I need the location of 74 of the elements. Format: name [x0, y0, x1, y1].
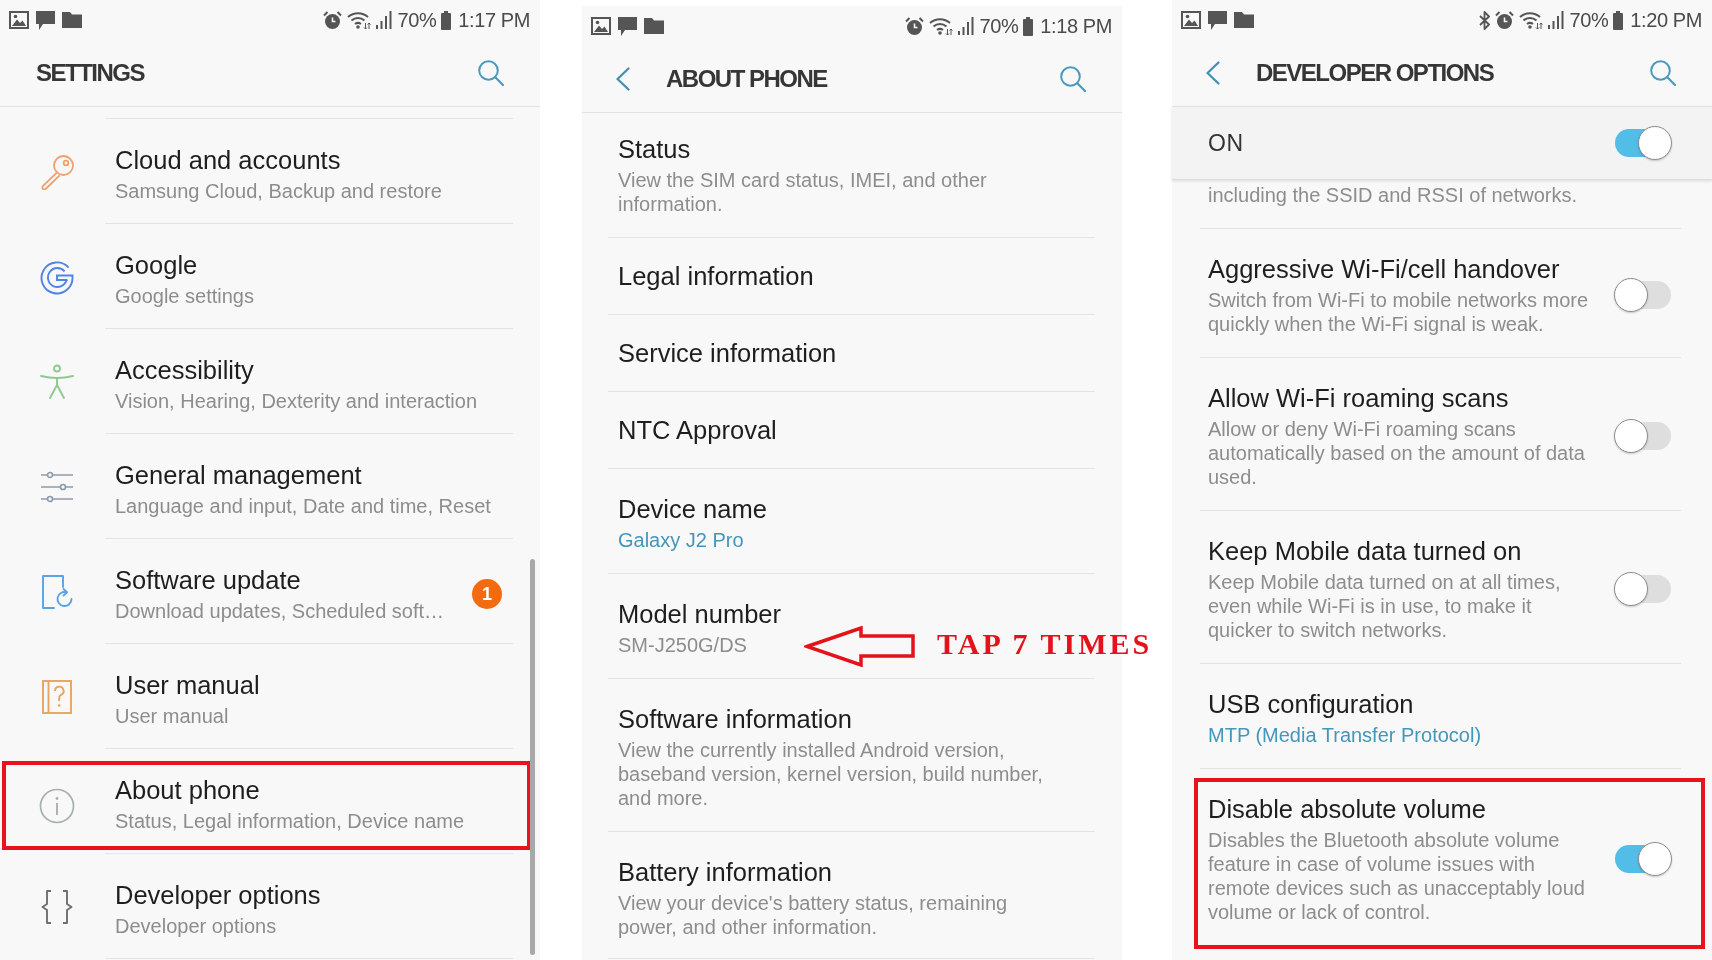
battery-icon: [1023, 16, 1034, 36]
alarm-clock-icon: [905, 16, 925, 36]
signal-icon: [376, 11, 393, 29]
chevron-left-icon: [1206, 61, 1220, 85]
settings-item[interactable]: Developer options Developer options: [0, 854, 540, 959]
search-icon: [1060, 66, 1086, 92]
toggle-switch[interactable]: [1614, 278, 1672, 312]
battery-percent: 70%: [397, 8, 437, 32]
notification-badge: 1: [472, 579, 502, 609]
wifi-icon: [1519, 10, 1544, 30]
chat-bubble-icon: [618, 16, 637, 36]
search-icon: [478, 60, 504, 86]
folder-icon: [1234, 12, 1254, 28]
screen-title: DEVELOPER OPTIONS: [1256, 59, 1494, 87]
clock-time: 1:18 PM: [1040, 14, 1112, 38]
info-item[interactable]: Status View the SIM card status, IMEI, and other information.: [608, 113, 1095, 238]
braces-icon: [41, 889, 73, 924]
toggle-switch[interactable]: [1614, 126, 1672, 160]
clock-time: 1:17 PM: [458, 8, 530, 32]
info-icon: [39, 787, 75, 824]
chat-bubble-icon: [1208, 10, 1227, 30]
wifi-icon: [929, 16, 954, 36]
option-item[interactable]: USB configuration MTP (Media Transfer Protocol): [1200, 664, 1681, 769]
image-icon: [1181, 11, 1201, 29]
battery-percent: 70%: [979, 14, 1019, 38]
search-button[interactable]: [1650, 60, 1676, 86]
signal-icon: [958, 17, 975, 35]
key-icon: [39, 153, 75, 190]
alarm-clock-icon: [323, 10, 343, 30]
info-item[interactable]: Software information View the currently installed Android version, baseband version, kernel version, build number, and more.: [608, 679, 1095, 832]
chevron-left-icon: [616, 67, 630, 91]
settings-item[interactable]: General management Language and input, Date and time, Reset: [0, 434, 540, 539]
info-item[interactable]: Legal information: [608, 238, 1095, 315]
settings-item[interactable]: Cloud and accounts Samsung Cloud, Backup and restore: [0, 119, 540, 224]
settings-item[interactable]: Google Google settings: [0, 224, 540, 329]
folder-icon: [62, 12, 82, 28]
info-item[interactable]: Device name Galaxy J2 Pro: [608, 469, 1095, 574]
letter-g-icon: [39, 258, 75, 295]
search-icon: [1650, 60, 1676, 86]
image-icon: [9, 11, 29, 29]
option-item[interactable]: Disable absolute volume Disables the Bluetooth absolute volume feature in case of volume issues with remote devices such as unacceptably loud volume or lack of control.: [1200, 782, 1681, 945]
sliders-icon: [39, 470, 75, 503]
question-book-icon: [42, 679, 72, 714]
master-switch-bar[interactable]: ON: [1172, 107, 1712, 180]
settings-item[interactable]: Accessibility Vision, Hearing, Dexterity and interaction: [0, 329, 540, 434]
option-item[interactable]: Aggressive Wi-Fi/cell handover Switch from Wi-Fi to mobile networks more quickly when the Wi-Fi signal is weak.: [1200, 229, 1681, 358]
chat-bubble-icon: [36, 10, 55, 30]
signal-icon: [1548, 11, 1565, 29]
option-item[interactable]: Allow Wi-Fi roaming scans Allow or deny Wi-Fi roaming scans automatically based on the amount of data used.: [1200, 358, 1681, 511]
folder-icon: [644, 18, 664, 34]
option-item[interactable]: Keep Mobile data turned on Keep Mobile data turned on at all times, even while Wi-Fi is in use, to make it quicker to switch networks.: [1200, 511, 1681, 664]
toggle-switch[interactable]: [1614, 842, 1672, 876]
info-item[interactable]: Service information: [608, 315, 1095, 392]
left-arrow-icon: [804, 626, 916, 667]
alarm-clock-icon: [1495, 10, 1515, 30]
search-button[interactable]: [1060, 66, 1086, 92]
settings-item[interactable]: User manual User manual: [0, 644, 540, 749]
battery-icon: [441, 10, 452, 30]
battery-icon: [1613, 10, 1624, 30]
accessibility-figure-icon: [39, 363, 75, 400]
toggle-switch[interactable]: [1614, 419, 1672, 453]
info-item[interactable]: Battery information View your device's battery status, remaining power, and other information.: [608, 832, 1095, 959]
clock-time: 1:20 PM: [1630, 8, 1702, 32]
screen-title: SETTINGS: [36, 59, 144, 87]
settings-item[interactable]: Software update Download updates, Scheduled soft… 1: [0, 539, 540, 644]
image-icon: [591, 17, 611, 35]
settings-item[interactable]: About phone Status, Legal information, Device name: [6, 765, 527, 846]
info-item[interactable]: NTC Approval: [608, 392, 1095, 469]
search-button[interactable]: [478, 60, 504, 86]
toggle-switch[interactable]: [1614, 572, 1672, 606]
battery-percent: 70%: [1569, 8, 1609, 32]
wifi-icon: [347, 10, 372, 30]
document-refresh-icon: [41, 573, 73, 610]
screen-title: ABOUT PHONE: [666, 65, 827, 93]
